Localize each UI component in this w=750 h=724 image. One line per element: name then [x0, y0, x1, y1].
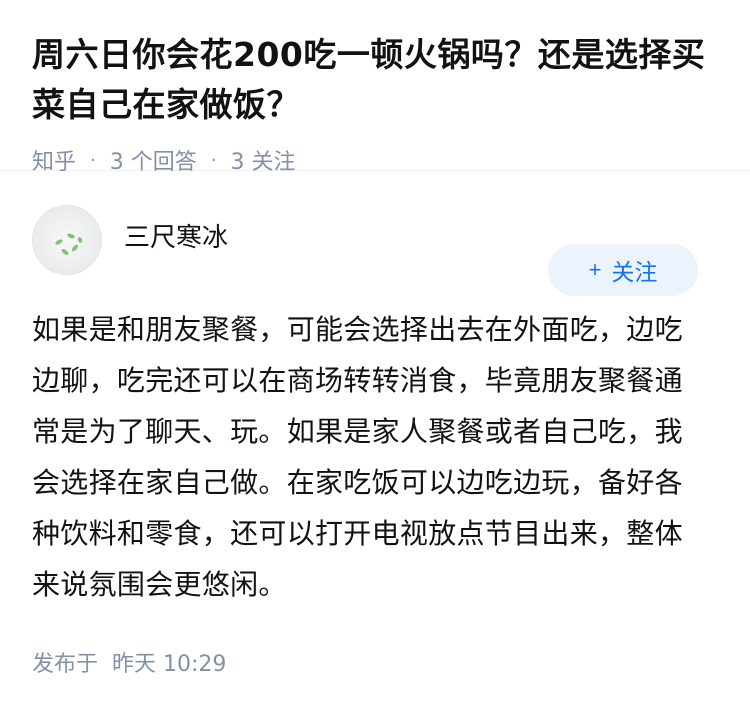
plus-icon: + [588, 257, 602, 282]
follow-count: 3 关注 [230, 150, 296, 175]
author-name[interactable]: 三尺寒冰 [124, 217, 228, 254]
avatar-leaf-icon [70, 243, 80, 253]
published-label: 发布于 [32, 652, 99, 677]
avatar-leaf-icon [60, 247, 70, 257]
avatar-leaf-icon [66, 232, 76, 240]
meta-separator: · [90, 149, 96, 171]
question-title[interactable]: 周六日你会花200吃一顿火锅吗？还是选择买菜自己在家做饭？ [32, 30, 718, 130]
answer-count[interactable]: 3 个回答 [110, 144, 197, 176]
question-header: 周六日你会花200吃一顿火锅吗？还是选择买菜自己在家做饭？ 知乎 · 3 个回答… [0, 0, 750, 175]
follow-button-label: 关注 [611, 259, 658, 285]
answer-content: 如果是和朋友聚餐，可能会选择出去在外面吃，边吃边聊，吃完还可以在商场转转消食，毕… [32, 313, 683, 601]
meta-separator: · [210, 149, 217, 171]
answer-card: 三尺寒冰 + 关注 如果是和朋友聚餐，可能会选择出去在外面吃，边吃边聊，吃完还可… [0, 201, 750, 678]
source-label[interactable]: 知乎 [32, 144, 76, 176]
published-time: 昨天 10:29 [112, 652, 227, 677]
avatar[interactable] [32, 205, 102, 275]
follow-button[interactable]: + 关注 [548, 244, 698, 296]
avatar-leaf-icon [54, 238, 64, 246]
publish-info: 发布于 昨天 10:29 [32, 646, 698, 678]
avatar-leaf-icon [77, 236, 83, 244]
